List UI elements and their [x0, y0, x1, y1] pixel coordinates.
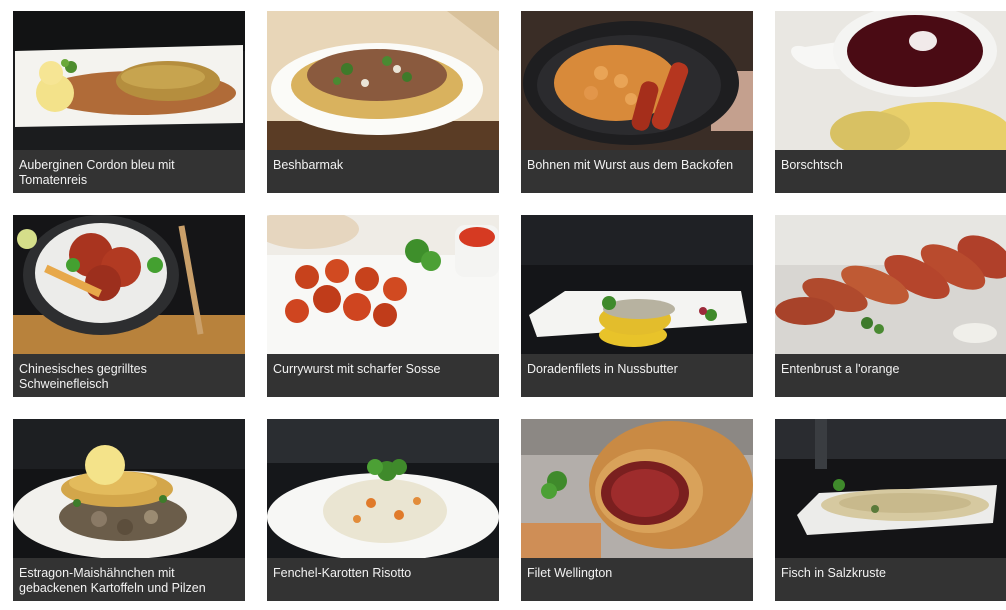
recipe-grid: Auberginen Cordon bleu mit Tomatenreis B…: [0, 0, 1006, 610]
filet-wellington-photo: [521, 419, 753, 558]
recipe-title: Estragon-Maishähnchen mit gebackenen Kar…: [13, 558, 245, 601]
currywurst-photo: [267, 215, 499, 354]
duck-breast-photo: [775, 215, 1006, 354]
recipe-title: Currywurst mit scharfer Sosse: [267, 354, 499, 397]
recipe-card[interactable]: Filet Wellington: [521, 419, 753, 601]
recipe-card[interactable]: Entenbrust a l'orange: [775, 215, 1006, 397]
salt-crusted-fish-photo: [775, 419, 1006, 558]
recipe-title: Auberginen Cordon bleu mit Tomatenreis: [13, 150, 245, 193]
recipe-card[interactable]: Borschtsch: [775, 11, 1006, 193]
recipe-title: Beshbarmak: [267, 150, 499, 193]
recipe-card[interactable]: Auberginen Cordon bleu mit Tomatenreis: [13, 11, 245, 193]
recipe-card[interactable]: Bohnen mit Wurst aus dem Backofen: [521, 11, 753, 193]
recipe-title: Chinesisches gegrilltes Schweinefleisch: [13, 354, 245, 397]
recipe-card[interactable]: Currywurst mit scharfer Sosse: [267, 215, 499, 397]
recipe-title: Bohnen mit Wurst aus dem Backofen: [521, 150, 753, 193]
recipe-title: Borschtsch: [775, 150, 1006, 193]
recipe-title: Entenbrust a l'orange: [775, 354, 1006, 397]
beans-sausage-pan-photo: [521, 11, 753, 150]
fennel-risotto-photo: [267, 419, 499, 558]
recipe-card[interactable]: Estragon-Maishähnchen mit gebackenen Kar…: [13, 419, 245, 601]
tarragon-chicken-photo: [13, 419, 245, 558]
grilled-pork-bowl-photo: [13, 215, 245, 354]
recipe-card[interactable]: Fisch in Salzkruste: [775, 419, 1006, 601]
recipe-title: Filet Wellington: [521, 558, 753, 601]
recipe-card[interactable]: Chinesisches gegrilltes Schweinefleisch: [13, 215, 245, 397]
recipe-title: Fenchel-Karotten Risotto: [267, 558, 499, 601]
recipe-card[interactable]: Beshbarmak: [267, 11, 499, 193]
dorade-fillet-photo: [521, 215, 753, 354]
recipe-card[interactable]: Fenchel-Karotten Risotto: [267, 419, 499, 601]
beshbarmak-photo: [267, 11, 499, 150]
eggplant-cordon-bleu-photo: [13, 11, 245, 150]
recipe-title: Doradenfilets in Nussbutter: [521, 354, 753, 397]
recipe-card[interactable]: Doradenfilets in Nussbutter: [521, 215, 753, 397]
borscht-photo: [775, 11, 1006, 150]
recipe-title: Fisch in Salzkruste: [775, 558, 1006, 601]
